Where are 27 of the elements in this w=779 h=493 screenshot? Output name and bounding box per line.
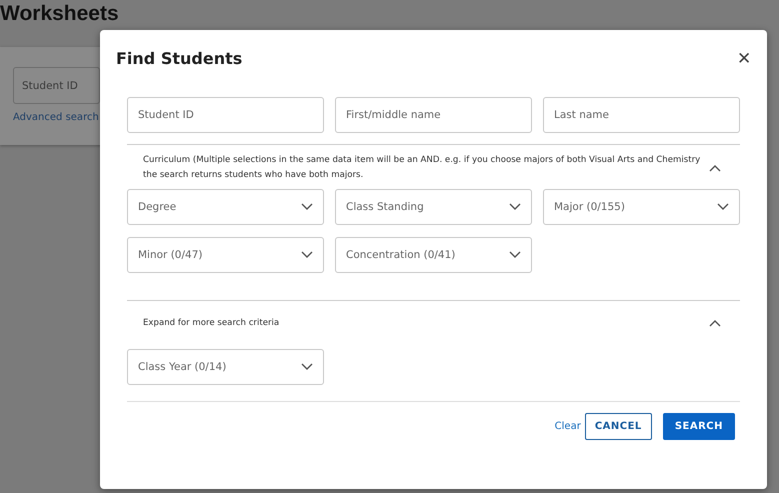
chevron-down-icon [509,203,521,211]
input-field[interactable]: Student ID [127,97,324,133]
chevron-down-icon [301,251,313,259]
chevron-down-icon [301,203,313,211]
advanced-search-link[interactable]: Advanced search [13,112,99,123]
section-header[interactable]: Curriculum (Multiple selections in the same data item will be an AND. e.g. if you choose majors of both Visual Arts and Chemistry the search returns students who have both majors. [127,145,740,183]
dropdown[interactable]: Minor (0/47) [127,237,324,273]
chevron-down-icon [509,251,521,259]
input-field[interactable]: Last name [543,97,740,133]
close-button[interactable]: ✕ [737,48,751,69]
chevron-down-icon [301,363,313,371]
dropdown[interactable]: Major (0/155) [543,189,740,225]
page-title: Worksheets [0,1,120,27]
dropdown[interactable]: Class Standing [335,189,532,225]
dropdown[interactable]: Degree [127,189,324,225]
chevron-up-icon [709,319,721,327]
input-field[interactable]: Student ID [13,67,100,104]
chevron-up-icon [709,164,721,172]
section-header[interactable]: Expand for more search criteria [127,301,740,345]
dropdown[interactable]: Class Year (0/14) [127,349,324,385]
cancel-button[interactable]: CANCEL [584,413,652,440]
dropdown[interactable]: Concentration (0/41) [335,237,532,273]
chevron-down-icon [717,203,729,211]
dialog-title: Find Students [116,49,242,68]
input-field[interactable]: First/middle name [335,97,532,133]
search-button[interactable]: SEARCH [662,413,735,440]
clear-link[interactable]: Clear [554,421,581,432]
